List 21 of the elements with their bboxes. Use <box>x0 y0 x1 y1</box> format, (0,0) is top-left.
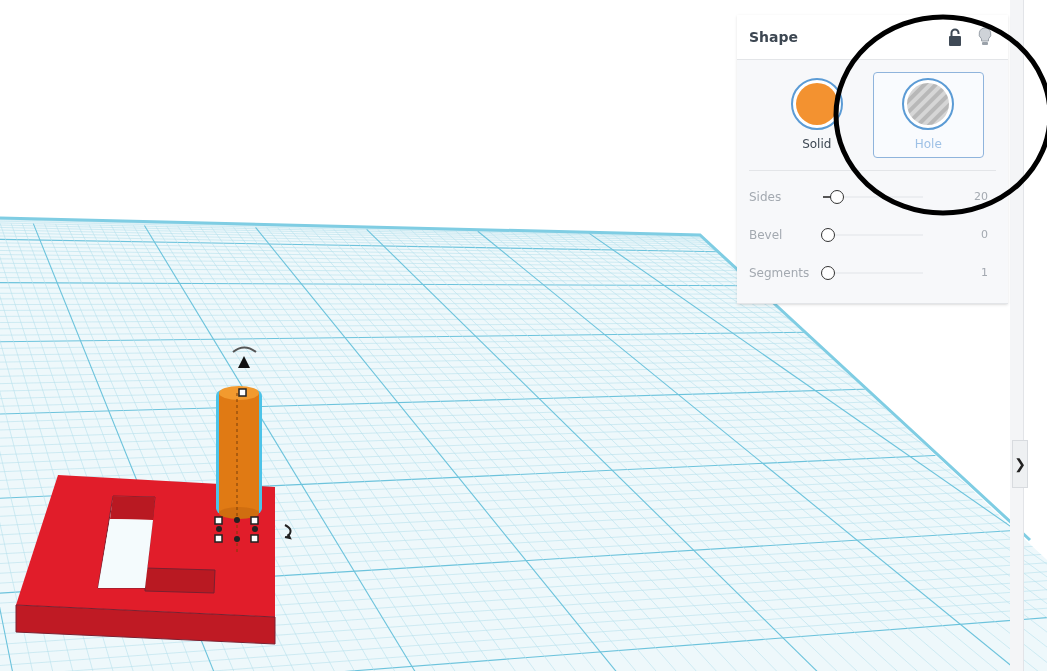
rotate-arrow-icon <box>232 346 257 368</box>
rotate-arrow-icon <box>284 524 292 539</box>
shape-type-button[interactable]: Solid <box>761 72 873 158</box>
slider[interactable] <box>821 190 925 204</box>
property-label: Bevel <box>749 227 784 244</box>
slider[interactable] <box>821 266 925 280</box>
slider-thumb[interactable] <box>821 228 835 242</box>
striped-swatch-icon <box>901 77 956 131</box>
slider[interactable] <box>821 228 925 242</box>
property-value: 20 <box>974 188 989 205</box>
lightbulb-icon[interactable] <box>978 27 992 47</box>
slider-thumb[interactable] <box>821 266 835 280</box>
expand-sidebar-tab[interactable]: ❯ <box>1012 440 1028 488</box>
property-value: 0 <box>981 226 989 243</box>
property-label: Sides <box>749 189 783 206</box>
property-label: Segments <box>749 265 811 282</box>
slider-thumb[interactable] <box>830 190 844 204</box>
solid-swatch-icon <box>789 77 844 131</box>
unlocked-lock-icon[interactable] <box>948 28 962 46</box>
panel-title: Shape <box>749 27 798 47</box>
property-value: 1 <box>981 264 989 281</box>
